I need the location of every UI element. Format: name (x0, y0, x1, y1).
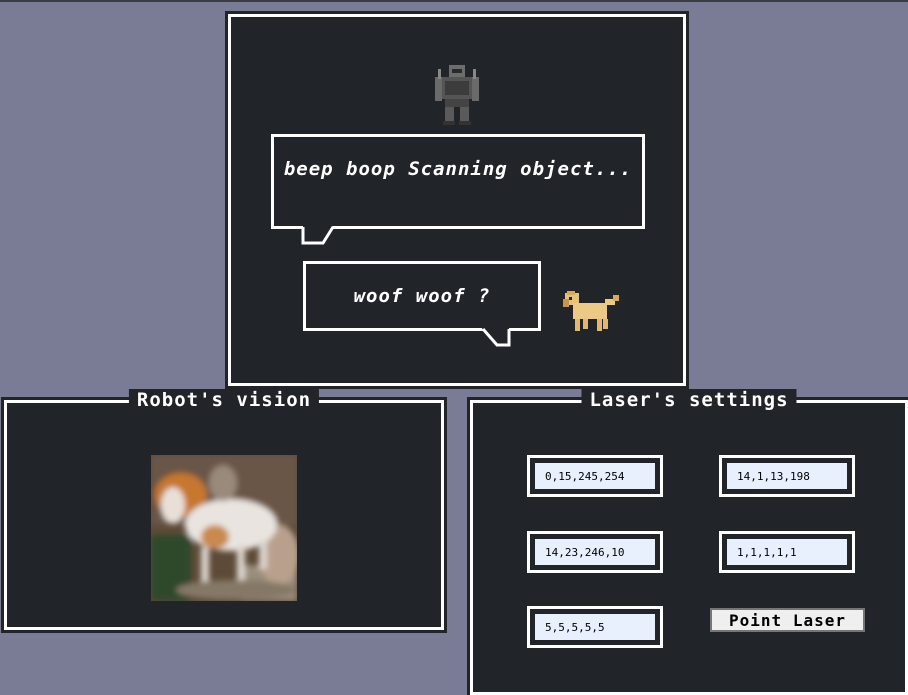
laser-field-1-frame (527, 455, 663, 497)
dog-sprite (563, 291, 619, 331)
laser-title: Laser's settings (581, 389, 797, 411)
robot-vision-panel: Robot's vision (4, 389, 444, 630)
robot-speech-text: beep boop Scanning object... (283, 158, 633, 180)
laser-field-2-frame (719, 455, 855, 497)
dog-photo (151, 455, 297, 601)
laser-field-5-frame (527, 606, 663, 648)
robot-speech-bubble: beep boop Scanning object... (271, 134, 645, 229)
robot-sprite (435, 65, 479, 125)
top-border-line (0, 0, 908, 2)
point-laser-button[interactable]: Point Laser (710, 608, 865, 632)
dog-speech-text: woof woof ? (353, 285, 491, 307)
laser-field-3-frame (527, 531, 663, 573)
laser-setting-input-5[interactable] (533, 612, 657, 642)
laser-setting-input-1[interactable] (533, 461, 657, 491)
laser-setting-input-4[interactable] (725, 537, 849, 567)
laser-settings-panel: Laser's settings Point Laser (470, 389, 908, 695)
laser-field-4-frame (719, 531, 855, 573)
dog-bubble-tail (481, 327, 511, 347)
robot-bubble-tail (301, 225, 335, 245)
laser-setting-input-2[interactable] (725, 461, 849, 491)
dialogue-panel: beep boop Scanning object... woof woof ? (228, 14, 686, 386)
vision-title: Robot's vision (128, 389, 320, 411)
laser-setting-input-3[interactable] (533, 537, 657, 567)
dog-speech-bubble: woof woof ? (303, 261, 541, 331)
